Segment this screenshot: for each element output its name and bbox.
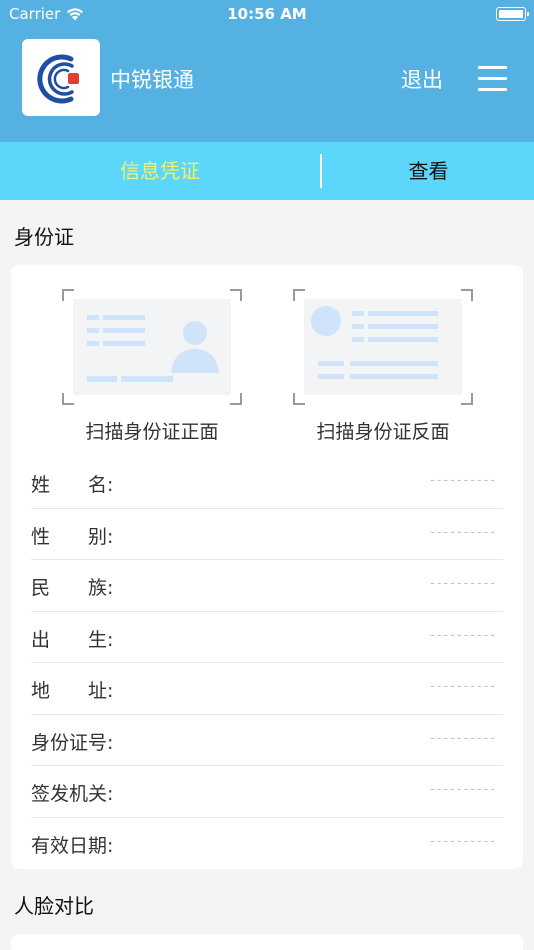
field-value-address: ---------- [430,679,497,694]
field-label-name: 姓 名: [31,474,114,496]
battery-icon [496,7,529,21]
scan-back-frame [293,289,473,405]
field-value-ethnicity: ---------- [430,576,497,591]
hamburger-menu-icon[interactable] [478,66,507,91]
field-row-birth: 出 生: ---------- [31,612,503,663]
scan-front-frame [62,289,242,405]
field-label-validity: 有效日期: [31,834,114,857]
tab-bar: 信息凭证 查看 [0,142,534,200]
scan-front-button[interactable]: 扫描身份证正面 [62,289,242,444]
field-row-issuer: 签发机关: ---------- [31,766,503,818]
field-value-birth: ---------- [430,627,497,643]
app-logo [22,39,100,116]
field-label-birth: 出 生: [31,628,114,651]
face-compare-panel [11,934,523,950]
field-row-id-number: 身份证号: ---------- [31,715,503,766]
scan-back-label: 扫描身份证反面 [316,421,450,443]
field-value-name: ---------- [430,473,497,488]
logout-button[interactable]: 退出 [401,64,443,94]
field-label-id-number: 身份证号: [31,731,114,754]
id-card-front-icon [73,299,231,395]
field-value-gender: ---------- [430,524,497,540]
field-row-address: 地 址: ---------- [31,663,503,715]
id-section-title: 身份证 [14,225,74,249]
field-value-id-number: ---------- [430,730,497,746]
scan-front-label: 扫描身份证正面 [85,421,219,443]
id-card-panel: 扫描身份证正面 扫描身份证反面 姓 名: ---------- 性 别: ---… [11,265,523,869]
face-section-title: 人脸对比 [14,894,94,918]
field-label-issuer: 签发机关: [31,783,114,805]
id-field-list: 姓 名: ---------- 性 别: ---------- 民 族: ---… [31,457,503,869]
tab-view[interactable]: 查看 [323,142,534,200]
app-header: Carrier 10:56 AM 中锐银通 退出 [0,0,534,142]
id-card-back-icon [304,299,462,395]
field-value-issuer: ---------- [430,782,497,797]
app-name: 中锐银通 [110,68,194,92]
tab-info-credentials[interactable]: 信息凭证 [0,142,320,200]
status-bar: Carrier 10:56 AM [0,0,534,28]
field-label-address: 地 址: [31,680,114,702]
field-row-ethnicity: 民 族: ---------- [31,560,503,612]
scan-back-button[interactable]: 扫描身份证反面 [293,289,473,444]
tab-divider [320,154,322,188]
field-row-name: 姓 名: ---------- [31,457,503,509]
field-label-ethnicity: 民 族: [31,577,114,599]
brand-logo-icon [37,54,79,104]
field-row-validity: 有效日期: ---------- [31,818,503,870]
field-row-gender: 性 别: ---------- [31,509,503,560]
field-value-validity: ---------- [430,833,497,849]
status-time: 10:56 AM [227,5,307,23]
field-label-gender: 性 别: [31,525,114,548]
